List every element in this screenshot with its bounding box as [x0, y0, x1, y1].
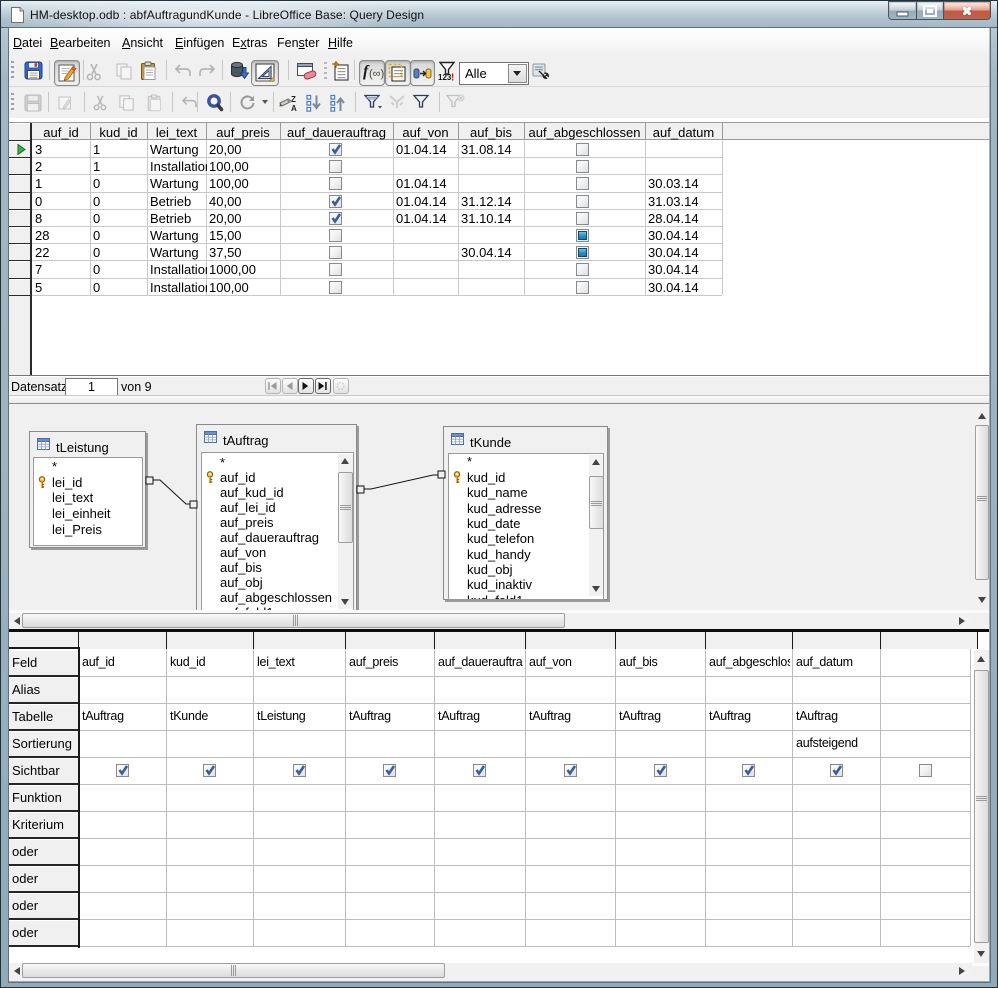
svg-text:!: ! [451, 73, 454, 84]
svg-text:Z: Z [291, 95, 296, 104]
svg-text:123: 123 [438, 73, 452, 82]
svg-text:A: A [291, 104, 297, 112]
